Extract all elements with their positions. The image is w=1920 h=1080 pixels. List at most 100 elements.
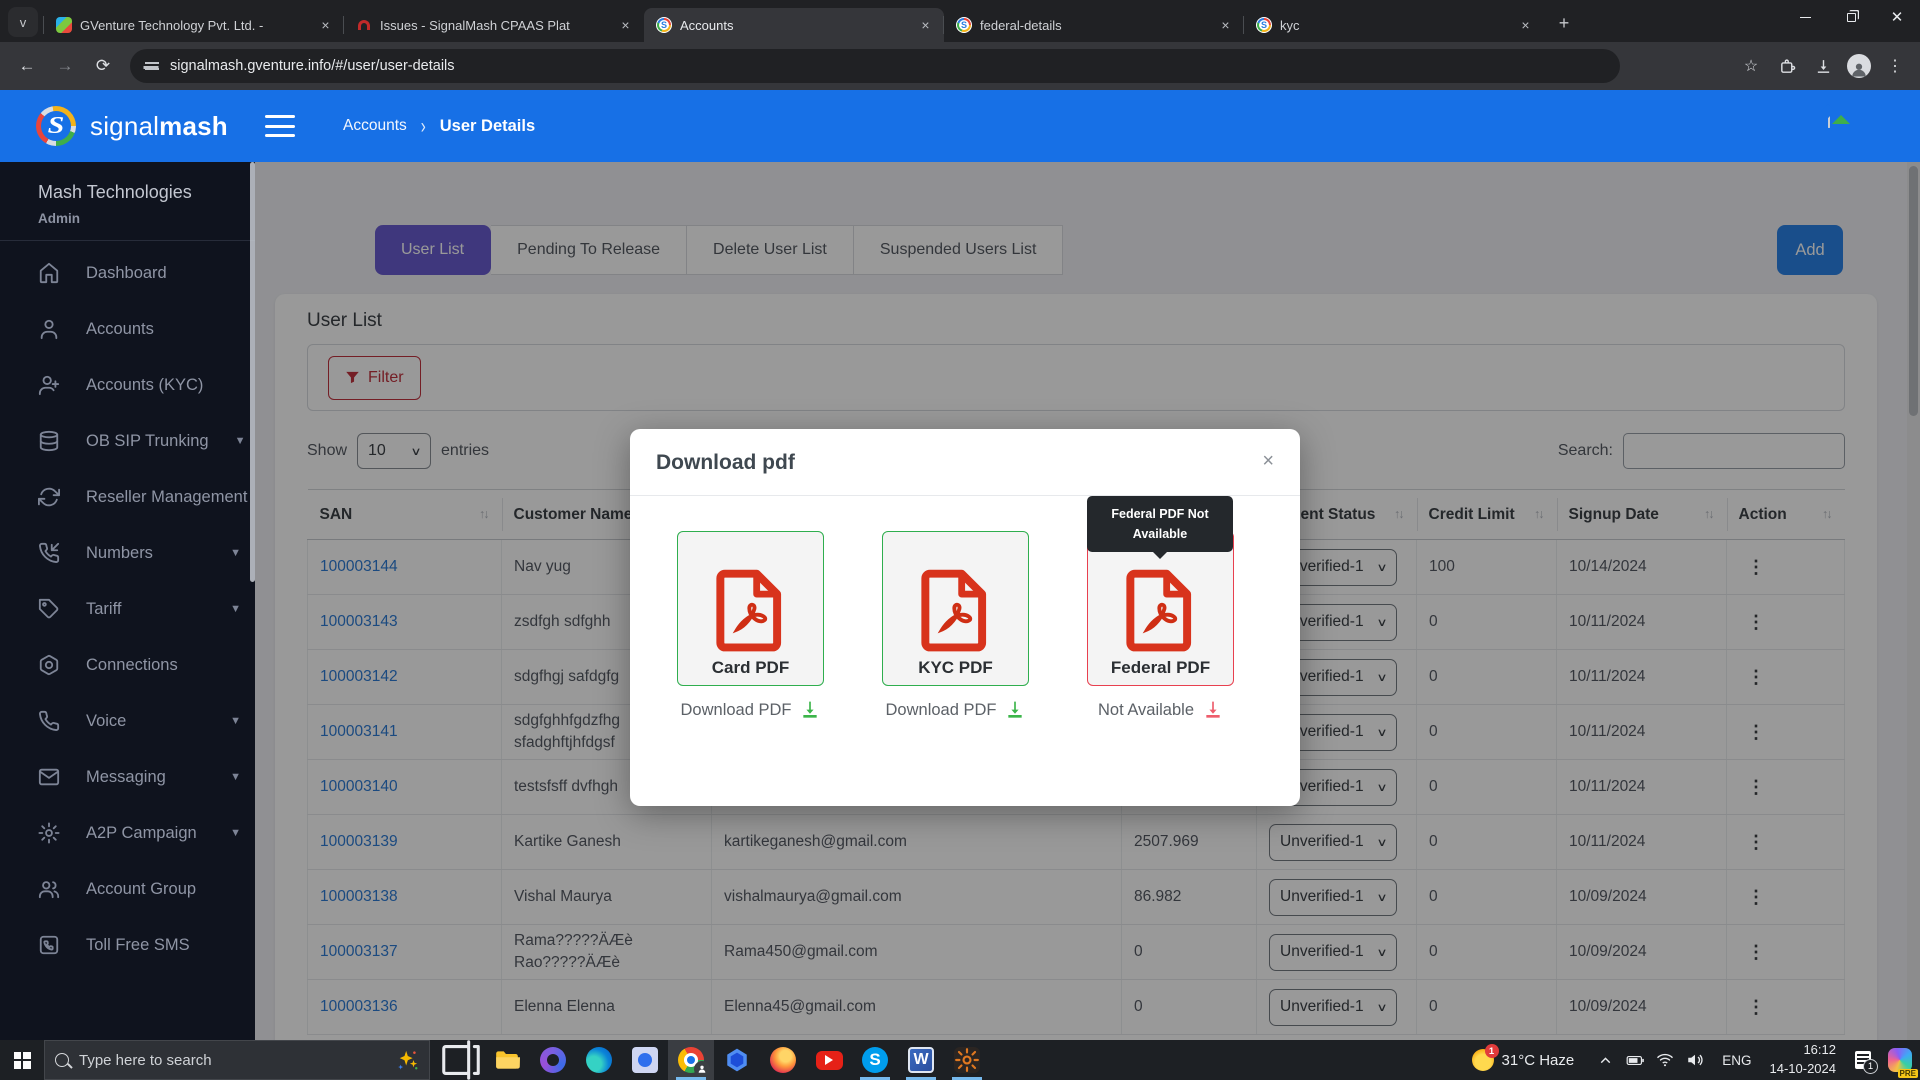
- sidebar-item-icon: [38, 934, 60, 956]
- tab-close-icon[interactable]: ×: [1517, 17, 1534, 34]
- sidebar-item-label: Numbers: [86, 544, 204, 563]
- tray-icon[interactable]: [1622, 1040, 1648, 1080]
- browser-tab[interactable]: Issues - SignalMash CPAAS Plat ×: [344, 8, 644, 42]
- sidebar-item[interactable]: Account Group ▼: [0, 861, 255, 917]
- extensions-icon[interactable]: [1772, 51, 1802, 81]
- pdf-card-action[interactable]: Not Available: [1098, 700, 1223, 720]
- pdf-card[interactable]: KYC PDF: [882, 531, 1029, 686]
- copilot-icon[interactable]: PRE: [1880, 1040, 1920, 1080]
- user-avatar[interactable]: [1828, 110, 1858, 140]
- tab-close-icon[interactable]: ×: [317, 17, 334, 34]
- sidebar-item[interactable]: A2P Campaign ▼: [0, 805, 255, 861]
- forward-icon[interactable]: →: [48, 49, 82, 83]
- sidebar-item[interactable]: Numbers ▼: [0, 525, 255, 581]
- address-bar[interactable]: signalmash.gventure.info/#/user/user-det…: [130, 49, 1620, 83]
- language-indicator[interactable]: ENG: [1714, 1053, 1759, 1068]
- pdf-card[interactable]: Card PDF: [677, 531, 824, 686]
- tab-favicon: [956, 17, 972, 33]
- taskbar-app-icon[interactable]: [438, 1040, 484, 1080]
- tray-icon[interactable]: [1592, 1040, 1618, 1080]
- taskbar-app-icon[interactable]: [622, 1040, 668, 1080]
- weather-widget[interactable]: 1 31°C Haze: [1460, 1049, 1587, 1071]
- window-control-button[interactable]: [1782, 0, 1828, 34]
- federal-pdf-tooltip: Federal PDF Not Available: [1087, 496, 1233, 552]
- browser-tab[interactable]: federal-details ×: [944, 8, 1244, 42]
- chevron-down-icon: ▼: [230, 603, 241, 615]
- breadcrumb: Accounts › User Details: [343, 117, 535, 136]
- sidebar-item[interactable]: OB SIP Trunking ▼: [0, 413, 255, 469]
- tab-close-icon[interactable]: ×: [1217, 17, 1234, 34]
- taskbar-app-icon[interactable]: [484, 1040, 530, 1080]
- browser-tab[interactable]: Accounts ×: [644, 8, 944, 42]
- sidebar-item[interactable]: Messaging ▼: [0, 749, 255, 805]
- taskbar-clock[interactable]: 16:12 14-10-2024: [1760, 1041, 1847, 1079]
- sidebar-item[interactable]: Accounts (KYC) ▼: [0, 357, 255, 413]
- sidebar-item[interactable]: Accounts ▼: [0, 301, 255, 357]
- sidebar-toggle-icon[interactable]: [265, 115, 295, 137]
- window-control-button[interactable]: [1828, 0, 1874, 34]
- sidebar-item-label: Reseller Management: [86, 488, 247, 507]
- taskbar-app-icon[interactable]: [714, 1040, 760, 1080]
- sidebar-item[interactable]: Dashboard ▼: [0, 245, 255, 301]
- downloads-icon[interactable]: [1808, 51, 1838, 81]
- windows-start-icon[interactable]: [0, 1040, 44, 1080]
- tab-close-icon[interactable]: ×: [917, 17, 934, 34]
- search-icon: [55, 1053, 69, 1067]
- tab-close-icon[interactable]: ×: [617, 17, 634, 34]
- pdf-card-item: Card PDF Download PDF: [677, 531, 824, 720]
- tray-icon[interactable]: [1652, 1040, 1678, 1080]
- new-tab-button[interactable]: +: [1550, 9, 1578, 37]
- window-controls: ✕: [1782, 0, 1920, 34]
- sidebar-item-icon: [38, 542, 60, 564]
- tab-favicon: [56, 17, 72, 33]
- sidebar-item[interactable]: Connections ▼: [0, 637, 255, 693]
- pdf-card-label: Card PDF: [712, 658, 789, 678]
- sidebar-item-label: Toll Free SMS: [86, 936, 241, 955]
- org-role: Admin: [38, 211, 255, 226]
- taskbar-app-icon[interactable]: [760, 1040, 806, 1080]
- pdf-card-action[interactable]: Download PDF: [886, 700, 1026, 720]
- app-header: signalmash Accounts › User Details: [0, 90, 1920, 162]
- sidebar-item-icon: [38, 430, 60, 452]
- taskbar-app-icon[interactable]: S 1: [852, 1040, 898, 1080]
- back-icon[interactable]: ←: [10, 49, 44, 83]
- tab-search-icon[interactable]: v: [8, 7, 38, 37]
- tab-title: Accounts: [680, 18, 909, 33]
- bookmark-star-icon[interactable]: ☆: [1736, 51, 1766, 81]
- taskbar-app-icon[interactable]: [806, 1040, 852, 1080]
- tab-favicon: [656, 17, 672, 33]
- brand-logo: signalmash: [0, 90, 255, 162]
- breadcrumb-current: User Details: [440, 117, 535, 136]
- reload-icon[interactable]: ⟳: [86, 49, 120, 83]
- taskbar-search-placeholder: Type here to search: [79, 1052, 212, 1069]
- sidebar-item-label: Dashboard: [86, 264, 241, 283]
- sidebar-item-label: Accounts: [86, 320, 241, 339]
- taskbar-search[interactable]: Type here to search: [44, 1040, 430, 1080]
- taskbar-app-icon[interactable]: [944, 1040, 990, 1080]
- sidebar-item[interactable]: Toll Free SMS ▼: [0, 917, 255, 973]
- browser-tabs: GVenture Technology Pvt. Ltd. - × Issues…: [44, 8, 1544, 42]
- taskbar-app-icon[interactable]: [530, 1040, 576, 1080]
- pdf-action-label: Not Available: [1098, 701, 1194, 720]
- breadcrumb-accounts[interactable]: Accounts: [343, 117, 407, 135]
- browser-tab[interactable]: kyc ×: [1244, 8, 1544, 42]
- sidebar-item-icon: [38, 598, 60, 620]
- sidebar-item[interactable]: Voice ▼: [0, 693, 255, 749]
- profile-avatar-icon[interactable]: [1844, 51, 1874, 81]
- window-control-button[interactable]: ✕: [1874, 0, 1920, 34]
- taskbar-app-icon[interactable]: W: [898, 1040, 944, 1080]
- close-icon[interactable]: ×: [1262, 451, 1274, 471]
- site-info-icon[interactable]: [144, 58, 160, 74]
- taskbar-app-icon[interactable]: [668, 1040, 714, 1080]
- pdf-card-action[interactable]: Download PDF: [681, 700, 821, 720]
- sidebar-item[interactable]: Tariff ▼: [0, 581, 255, 637]
- notification-center-icon[interactable]: 1: [1846, 1040, 1880, 1080]
- browser-menu-icon[interactable]: ⋮: [1880, 51, 1910, 81]
- taskbar-app-icon[interactable]: [576, 1040, 622, 1080]
- sidebar-item-icon: [38, 654, 60, 676]
- tray-icon[interactable]: [1682, 1040, 1708, 1080]
- taskbar-apps: S 1 W: [438, 1040, 990, 1080]
- sidebar-item[interactable]: Reseller Management ▼: [0, 469, 255, 525]
- sidebar-item-label: Account Group: [86, 880, 241, 899]
- browser-tab[interactable]: GVenture Technology Pvt. Ltd. - ×: [44, 8, 344, 42]
